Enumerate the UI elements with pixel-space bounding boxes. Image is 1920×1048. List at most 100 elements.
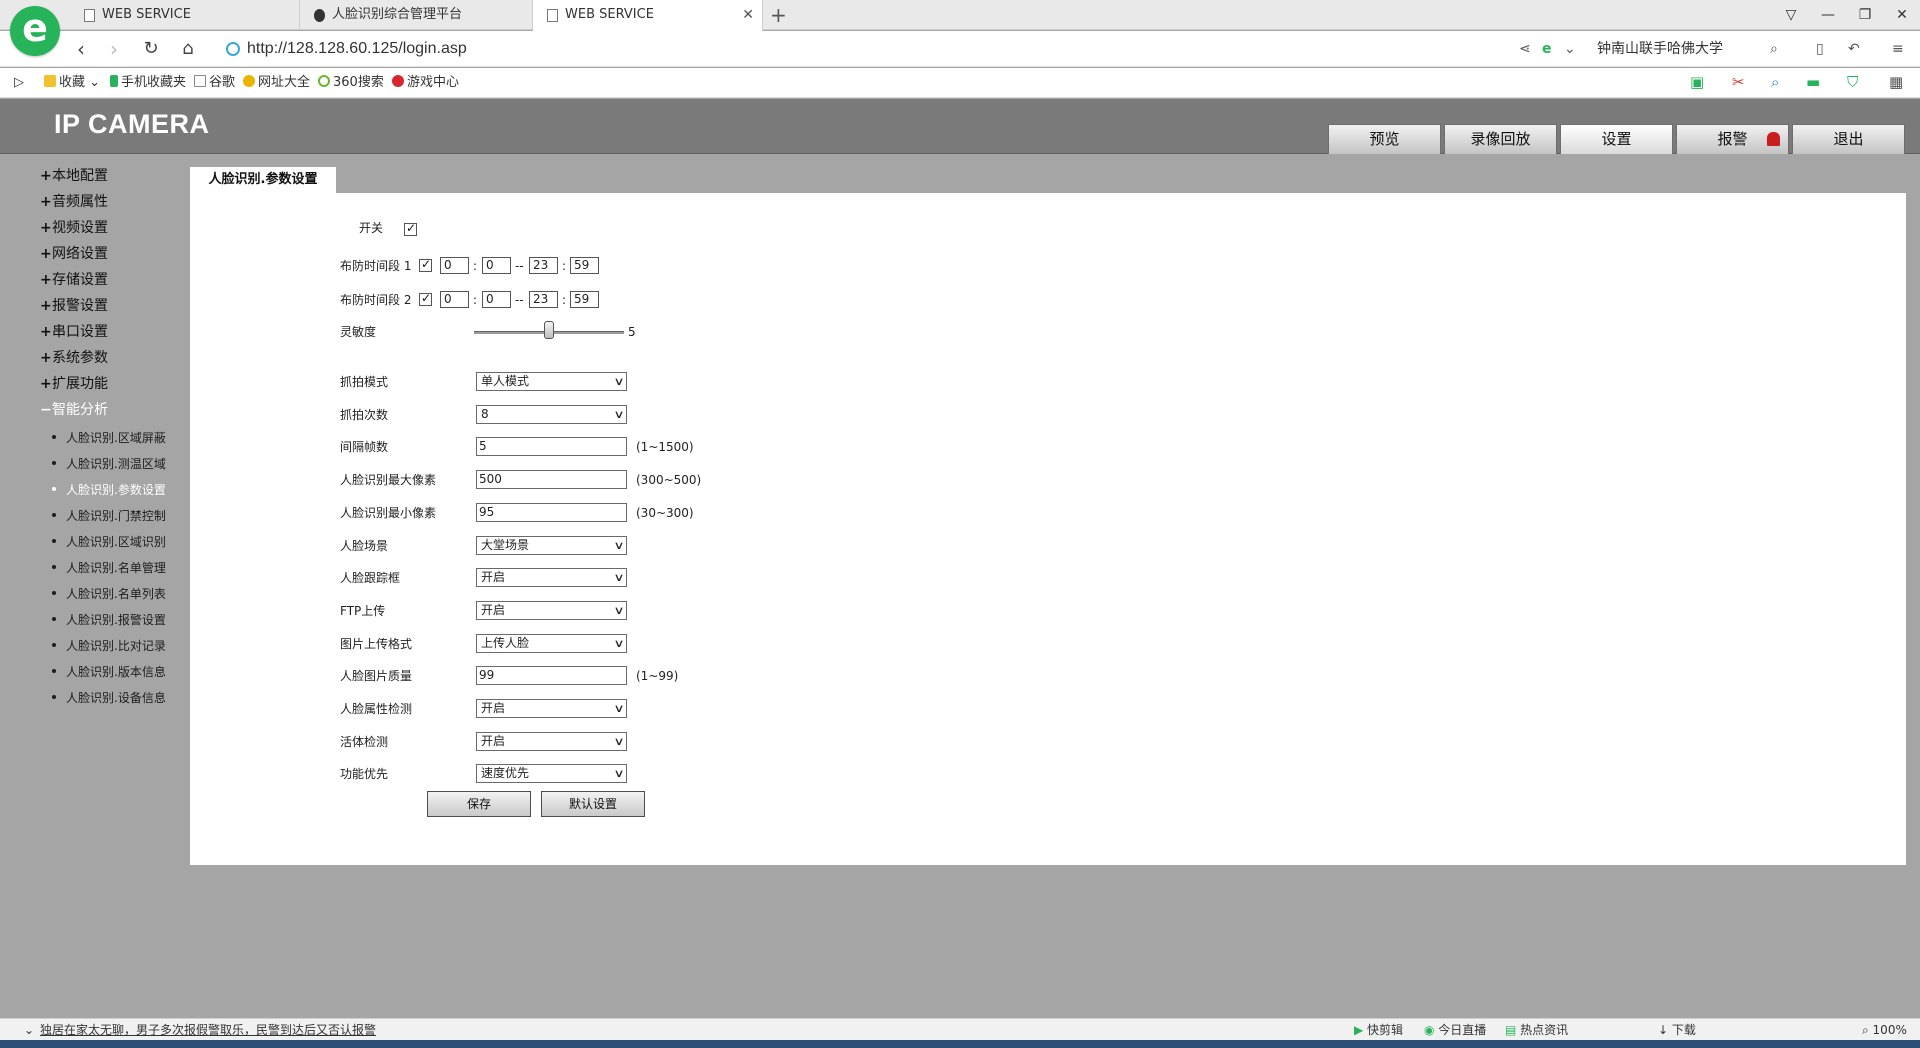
sidebar-sub-list[interactable]: 人脸识别.名单列表: [52, 586, 166, 602]
browser-mode-icon[interactable]: e: [1542, 39, 1552, 59]
field-select[interactable]: 上传人脸 ∨: [476, 634, 627, 653]
field-select[interactable]: 速度优先 ∨: [476, 764, 627, 783]
sidebar-sub-version[interactable]: 人脸识别.版本信息: [52, 664, 166, 680]
status-download[interactable]: ↓ 下载: [1658, 1022, 1696, 1038]
restore-button[interactable]: ❐: [1850, 3, 1880, 27]
nav-preview[interactable]: 预览: [1328, 124, 1441, 154]
sidebar-item-alarm[interactable]: +报警设置: [40, 297, 108, 315]
sidebar-sub-temperature-area[interactable]: 人脸识别.测温区域: [52, 456, 166, 472]
back-button[interactable]: ‹: [67, 37, 95, 61]
grid-icon[interactable]: ▦: [1889, 73, 1903, 91]
tab-title: WEB SERVICE: [565, 7, 654, 22]
status-news[interactable]: ▤ 热点资讯: [1505, 1022, 1568, 1038]
search-icon[interactable]: ⌕: [1770, 39, 1778, 59]
period1-start-minute[interactable]: 0: [482, 257, 511, 274]
home-button[interactable]: ⌂: [174, 37, 202, 61]
forward-button[interactable]: ›: [100, 37, 128, 61]
sidebar-sub-compare-records[interactable]: 人脸识别.比对记录: [52, 638, 166, 654]
chevron-down-icon[interactable]: ⌄: [1564, 39, 1576, 59]
screenshot-icon[interactable]: ✂: [1732, 73, 1745, 91]
sidebar-item-local-config[interactable]: +本地配置: [40, 167, 108, 185]
bookmark-google[interactable]: 谷歌: [194, 75, 235, 91]
sidebar-item-extensions[interactable]: +扩展功能: [40, 375, 108, 393]
browser-logo[interactable]: e: [10, 6, 60, 56]
field-select[interactable]: 开启 ∨: [476, 699, 627, 718]
field-input[interactable]: 500: [476, 470, 627, 489]
chevron-down-icon[interactable]: ⌄: [24, 1022, 34, 1038]
nav-alarm[interactable]: 报警: [1676, 124, 1789, 154]
sidebar-item-system[interactable]: +系统参数: [40, 349, 108, 367]
sidebar-sub-region-recognition[interactable]: 人脸识别.区域识别: [52, 534, 166, 550]
field-select[interactable]: 单人模式 ∨: [476, 372, 627, 391]
site-info-icon[interactable]: [226, 42, 240, 56]
switch-checkbox[interactable]: [404, 221, 417, 236]
sidebar-toggle-icon[interactable]: ▷: [14, 75, 24, 91]
status-clip[interactable]: ▶ 快剪辑: [1354, 1022, 1403, 1038]
period2-end-minute[interactable]: 59: [570, 291, 599, 308]
close-window-button[interactable]: ✕: [1887, 3, 1917, 27]
undo-icon[interactable]: ↶: [1848, 39, 1860, 59]
field-select[interactable]: 开启 ∨: [476, 568, 627, 587]
period2-end-hour[interactable]: 23: [529, 291, 558, 308]
search-input[interactable]: 钟南山联手哈佛大学: [1597, 39, 1723, 59]
skin-icon[interactable]: ▽: [1776, 3, 1806, 27]
bookmark-mobile[interactable]: 手机收藏夹: [110, 75, 186, 91]
sidebar-item-audio[interactable]: +音频属性: [40, 193, 108, 211]
field-input[interactable]: 95: [476, 503, 627, 522]
period1-start-hour[interactable]: 0: [440, 257, 469, 274]
close-tab-icon[interactable]: ✕: [742, 0, 754, 30]
bookmark-360[interactable]: 360搜索: [318, 75, 384, 91]
bookmark-favorites[interactable]: 收藏 ⌄: [44, 75, 100, 91]
sidebar-sub-access-control[interactable]: 人脸识别.门禁控制: [52, 508, 166, 524]
bookmark-games[interactable]: 游戏中心: [392, 75, 459, 91]
nav-playback[interactable]: 录像回放: [1444, 124, 1557, 154]
period2-start-minute[interactable]: 0: [482, 291, 511, 308]
browser-tab-2[interactable]: 人脸识别综合管理平台: [300, 0, 533, 30]
period1-checkbox[interactable]: [419, 257, 432, 272]
search-tool-icon[interactable]: ⌕: [1771, 73, 1779, 91]
field-select[interactable]: 开启 ∨: [476, 732, 627, 751]
sidebar-item-storage[interactable]: +存储设置: [40, 271, 108, 289]
status-live[interactable]: ◉ 今日直播: [1424, 1022, 1486, 1038]
minimize-button[interactable]: —: [1813, 3, 1843, 27]
field-select[interactable]: 大堂场景 ∨: [476, 536, 627, 555]
period1-end-minute[interactable]: 59: [570, 257, 599, 274]
sidebar-item-smart-analysis[interactable]: −智能分析: [40, 401, 108, 419]
field-input[interactable]: 5: [476, 437, 627, 456]
menu-icon[interactable]: ≡: [1892, 39, 1904, 59]
news-ticker[interactable]: 独居在家太无聊，男子多次报假警取乐，民警到达后又否认报警: [40, 1022, 376, 1038]
refresh-button[interactable]: ↻: [137, 37, 165, 61]
period1-end-hour[interactable]: 23: [529, 257, 558, 274]
sidebar-sub-alarm-settings[interactable]: 人脸识别.报警设置: [52, 612, 166, 628]
translate-icon[interactable]: ▣: [1690, 73, 1704, 91]
address-bar[interactable]: http://128.128.60.125/login.asp: [247, 39, 467, 59]
tab-title: WEB SERVICE: [102, 7, 191, 22]
share-icon[interactable]: ⋖: [1519, 39, 1531, 59]
browser-tab-1[interactable]: WEB SERVICE: [70, 0, 300, 30]
field-select[interactable]: 开启 ∨: [476, 601, 627, 620]
bookmark-label: 网址大全: [258, 75, 311, 90]
nav-logout[interactable]: 退出: [1792, 124, 1905, 154]
period2-start-hour[interactable]: 0: [440, 291, 469, 308]
sidebar-sub-params[interactable]: 人脸识别.参数设置: [52, 482, 166, 498]
device-icon[interactable]: ▯: [1816, 39, 1824, 59]
nav-settings[interactable]: 设置: [1560, 124, 1673, 154]
sidebar-sub-device-info[interactable]: 人脸识别.设备信息: [52, 690, 166, 706]
period2-checkbox[interactable]: [419, 291, 432, 306]
sidebar-item-serial[interactable]: +串口设置: [40, 323, 108, 341]
field-select[interactable]: 8 ∨: [476, 405, 627, 424]
save-button[interactable]: 保存: [427, 791, 531, 817]
sensitivity-slider-handle[interactable]: [544, 321, 554, 339]
new-tab-button[interactable]: +: [770, 3, 787, 27]
sidebar-item-video[interactable]: +视频设置: [40, 219, 108, 237]
sidebar-sub-region-mask[interactable]: 人脸识别.区域屏蔽: [52, 430, 166, 446]
field-input[interactable]: 99: [476, 666, 627, 685]
sidebar-item-network[interactable]: +网络设置: [40, 245, 108, 263]
browser-tab-3[interactable]: WEB SERVICE ✕: [533, 0, 763, 31]
bookmark-sites[interactable]: 网址大全: [243, 75, 310, 91]
status-zoom[interactable]: ⌕ 100%: [1862, 1022, 1907, 1038]
default-settings-button[interactable]: 默认设置: [541, 791, 645, 817]
shield-icon[interactable]: ⛉: [1847, 73, 1858, 91]
gamepad-icon[interactable]: ▬: [1806, 73, 1820, 91]
sidebar-sub-list-management[interactable]: 人脸识别.名单管理: [52, 560, 166, 576]
